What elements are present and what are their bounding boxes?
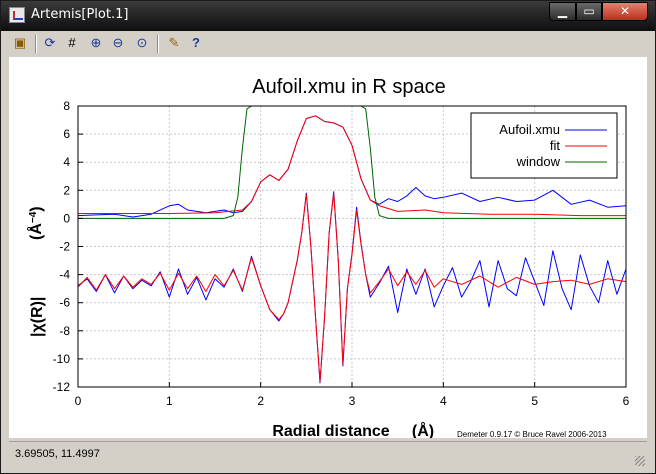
maximize-icon: ▭ bbox=[583, 4, 595, 18]
artemis-app-icon[interactable] bbox=[9, 7, 25, 23]
y-tick-label: -2 bbox=[59, 240, 70, 254]
y-tick-label: -8 bbox=[59, 324, 70, 338]
legend-label: fit bbox=[550, 138, 561, 153]
minimize-icon: ▁ bbox=[557, 4, 568, 18]
chart-legend: Aufoil.xmufitwindow bbox=[470, 112, 618, 179]
maximize-button[interactable]: ▭ bbox=[576, 2, 602, 21]
help-icon[interactable]: ? bbox=[187, 34, 205, 52]
grid-icon[interactable]: # bbox=[63, 34, 81, 52]
close-icon: ✕ bbox=[619, 4, 631, 18]
zoom-fit-icon[interactable]: ⊙ bbox=[133, 34, 151, 52]
x-tick-label: 2 bbox=[257, 394, 264, 408]
cursor-coordinates: 3.69505, 11.4997 bbox=[15, 448, 100, 460]
resize-grip-icon[interactable] bbox=[635, 456, 645, 466]
y-axis-unit-exponent: −4 bbox=[28, 211, 39, 223]
y-axis-unit: (Å bbox=[26, 223, 45, 240]
chart-svg[interactable]: 0 1 2 3 4 5 6 8 6 4 2 0 -2 -4 -6 -8 -10 -12 Aufoil.xmu in… bbox=[9, 57, 647, 438]
x-tick-label: 4 bbox=[440, 394, 447, 408]
legend-label: window bbox=[516, 154, 561, 169]
y-tick-label: 2 bbox=[63, 183, 70, 197]
plot-toolbar: ▣ ⟳ # ⊕ ⊖ ⊙ ✎ ? bbox=[9, 31, 647, 57]
legend-label: Aufoil.xmu bbox=[499, 122, 560, 137]
x-axis-label: Radial distance bbox=[272, 423, 389, 438]
y-tick-label: 8 bbox=[63, 99, 70, 113]
chart-title: Aufoil.xmu in R space bbox=[252, 76, 445, 98]
plot-canvas[interactable]: 0 1 2 3 4 5 6 8 6 4 2 0 -2 -4 -6 -8 -10 -12 Aufoil.xmu in… bbox=[9, 57, 647, 438]
window-title: Artemis[Plot.1] bbox=[31, 7, 129, 22]
x-tick-label: 3 bbox=[349, 394, 356, 408]
close-button[interactable]: ✕ bbox=[602, 2, 648, 21]
settings-icon[interactable]: ✎ bbox=[165, 34, 183, 52]
y-tick-label: 6 bbox=[63, 127, 70, 141]
app-window: Artemis[Plot.1] ▁ ▭ ✕ ▣ ⟳ # ⊕ ⊖ ⊙ ✎ ? 0 1… bbox=[0, 0, 656, 474]
zoom-in-icon[interactable]: ⊕ bbox=[87, 34, 105, 52]
refresh-icon[interactable]: ⟳ bbox=[41, 34, 59, 52]
svg-text:(Å−4): (Å−4) bbox=[26, 206, 45, 240]
y-tick-label: -6 bbox=[59, 296, 70, 310]
x-tick-label: 5 bbox=[531, 394, 538, 408]
y-tick-label: 4 bbox=[63, 155, 70, 169]
y-tick-label: -10 bbox=[53, 352, 71, 366]
y-axis-unit-close: ) bbox=[28, 206, 45, 211]
status-bar: 3.69505, 11.4997 bbox=[9, 441, 647, 468]
toolbar-separator bbox=[157, 35, 159, 53]
title-bar[interactable]: Artemis[Plot.1] ▁ ▭ ✕ bbox=[1, 1, 655, 31]
zoom-out-icon[interactable]: ⊖ bbox=[109, 34, 127, 52]
y-tick-label: -12 bbox=[53, 380, 71, 394]
toolbar-separator bbox=[35, 35, 37, 53]
credit-text: Demeter 0.9.17 © Bruce Ravel 2006-2013 bbox=[457, 430, 607, 438]
save-icon[interactable]: ▣ bbox=[11, 34, 29, 52]
y-axis-label: |χ(R)| bbox=[29, 297, 46, 337]
minimize-button[interactable]: ▁ bbox=[549, 2, 576, 21]
x-tick-label: 0 bbox=[75, 394, 82, 408]
y-tick-label: -4 bbox=[59, 268, 70, 282]
y-tick-label: 0 bbox=[63, 211, 70, 225]
x-axis-unit: (Å) bbox=[412, 421, 434, 438]
x-tick-label: 1 bbox=[166, 394, 173, 408]
x-tick-label: 6 bbox=[623, 394, 630, 408]
